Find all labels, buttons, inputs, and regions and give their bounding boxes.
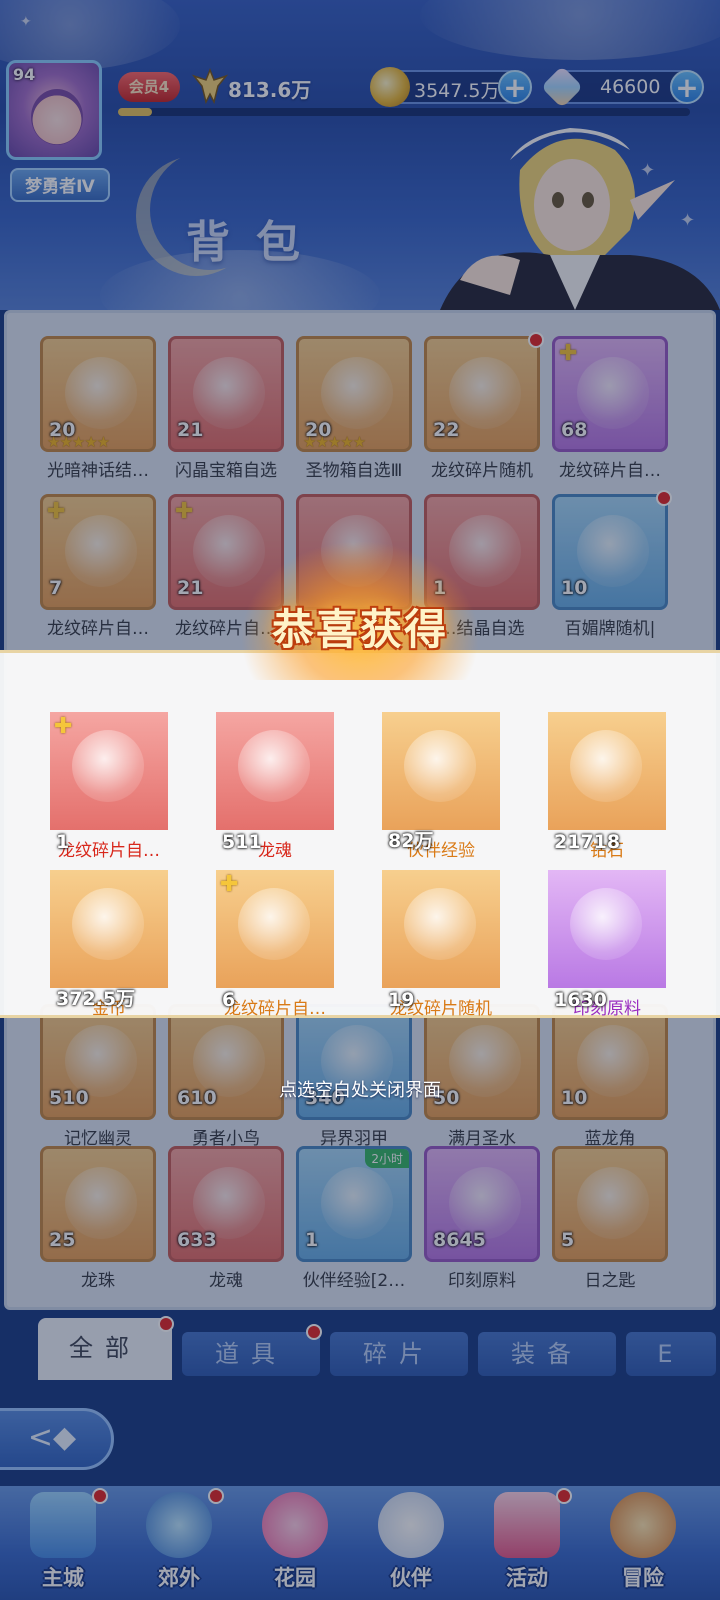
reward-count: 1630	[554, 989, 607, 1011]
reward-art	[72, 730, 144, 802]
reward-item[interactable]: 511 龙魂	[216, 712, 334, 861]
reward-tile: ✚ 1	[50, 712, 168, 853]
reward-count: 372.5万	[56, 988, 136, 1010]
reward-count: 82万	[388, 830, 434, 852]
reward-count: 1	[56, 831, 70, 853]
reward-art	[238, 730, 310, 802]
close-hint[interactable]: 点选空白处关闭界面	[0, 1076, 720, 1102]
puzzle-piece-icon: ✚	[220, 872, 239, 897]
reward-count: 511	[222, 831, 262, 853]
reward-tile: 1630	[548, 870, 666, 1011]
reward-tile: 372.5万	[50, 870, 168, 1010]
reward-art	[570, 730, 642, 802]
reward-art	[72, 888, 144, 960]
reward-tile: 82万	[382, 712, 500, 852]
puzzle-piece-icon: ✚	[54, 714, 73, 739]
reward-item[interactable]: ✚ 1 龙纹碎片自…	[50, 712, 168, 861]
reward-item[interactable]: 19 龙纹碎片随机	[382, 870, 500, 1019]
reward-item[interactable]: 372.5万 金币	[50, 870, 168, 1019]
reward-item[interactable]: 1630 印刻原料	[548, 870, 666, 1019]
reward-count: 19	[388, 989, 415, 1011]
reward-item[interactable]: 82万 伙伴经验	[382, 712, 500, 861]
reward-count: 6	[222, 989, 236, 1011]
game-screen: 背包 ✦ ✦ ✦ 94 梦勇者Ⅳ 会员4 813.6万 3547.5万 + 46…	[0, 0, 720, 1600]
reward-art	[404, 888, 476, 960]
reward-item[interactable]: 21718 钻石	[548, 712, 666, 861]
reward-tile: 21718	[548, 712, 666, 853]
reward-tile: ✚ 6	[216, 870, 334, 1011]
reward-art	[570, 888, 642, 960]
reward-item[interactable]: ✚ 6 龙纹碎片自…	[216, 870, 334, 1019]
reward-count: 21718	[554, 831, 621, 853]
reward-art	[238, 888, 310, 960]
reward-popup-title: 恭喜获得	[271, 605, 448, 654]
reward-art	[404, 730, 476, 802]
reward-tile: 511	[216, 712, 334, 853]
reward-tile: 19	[382, 870, 500, 1011]
